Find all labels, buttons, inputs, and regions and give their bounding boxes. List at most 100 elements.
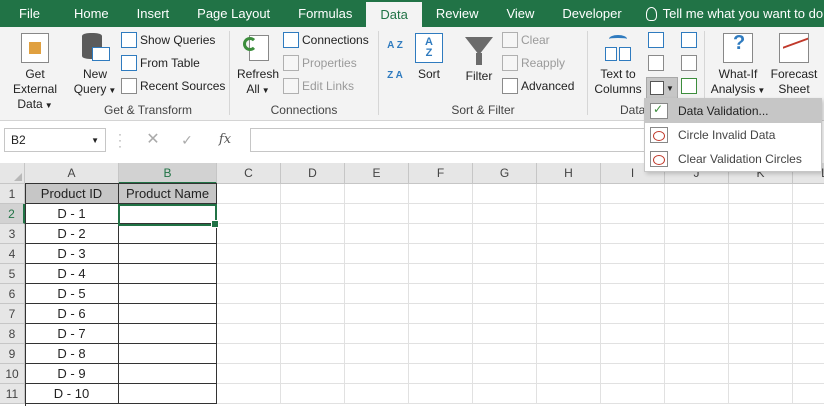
cell-i4[interactable] — [601, 244, 665, 264]
cell-l11[interactable] — [793, 384, 824, 404]
cell-a9[interactable]: D - 8 — [25, 344, 119, 364]
cell-a10[interactable]: D - 9 — [25, 364, 119, 384]
cell-c9[interactable] — [217, 344, 281, 364]
column-header-d[interactable]: D — [281, 163, 345, 184]
cell-h8[interactable] — [537, 324, 601, 344]
cell-i6[interactable] — [601, 284, 665, 304]
sort-ascending-button[interactable]: A Z — [385, 33, 405, 63]
cell-k9[interactable] — [729, 344, 793, 364]
data-validation-button[interactable]: ▼ — [646, 77, 678, 99]
row-header-1[interactable]: 1 — [0, 184, 25, 204]
cell-f9[interactable] — [409, 344, 473, 364]
cell-d6[interactable] — [281, 284, 345, 304]
cell-d2[interactable] — [281, 204, 345, 224]
cell-f4[interactable] — [409, 244, 473, 264]
cell-j8[interactable] — [665, 324, 729, 344]
name-box[interactable]: B2 ▼ — [4, 128, 106, 152]
sort-button[interactable]: AZ Sort — [409, 33, 449, 82]
cell-a2[interactable]: D - 1 — [25, 204, 119, 224]
new-query-button[interactable]: New Query ▼ — [70, 33, 120, 98]
cell-j2[interactable] — [665, 204, 729, 224]
cell-h4[interactable] — [537, 244, 601, 264]
cell-b8[interactable] — [119, 324, 217, 344]
cell-e6[interactable] — [345, 284, 409, 304]
cell-g2[interactable] — [473, 204, 537, 224]
cell-c7[interactable] — [217, 304, 281, 324]
text-to-columns-button[interactable]: Text to Columns — [590, 33, 646, 97]
cell-a7[interactable]: D - 6 — [25, 304, 119, 324]
row-header-8[interactable]: 8 — [0, 324, 25, 344]
chevron-down-icon[interactable]: ▼ — [666, 84, 674, 93]
column-header-a[interactable]: A — [25, 163, 119, 184]
cell-g10[interactable] — [473, 364, 537, 384]
row-header-3[interactable]: 3 — [0, 224, 25, 244]
cell-f5[interactable] — [409, 264, 473, 284]
cell-h2[interactable] — [537, 204, 601, 224]
sort-descending-button[interactable]: Z A — [385, 63, 405, 93]
row-header-5[interactable]: 5 — [0, 264, 25, 284]
forecast-sheet-button[interactable]: Forecast Sheet — [767, 33, 821, 97]
cell-h11[interactable] — [537, 384, 601, 404]
cell-l8[interactable] — [793, 324, 824, 344]
cell-d3[interactable] — [281, 224, 345, 244]
properties-button[interactable]: Properties — [283, 53, 357, 73]
cell-e7[interactable] — [345, 304, 409, 324]
cell-b1[interactable]: Product Name — [119, 184, 217, 204]
cell-l2[interactable] — [793, 204, 824, 224]
cell-f8[interactable] — [409, 324, 473, 344]
cell-j7[interactable] — [665, 304, 729, 324]
cell-a1[interactable]: Product ID — [25, 184, 119, 204]
refresh-all-button[interactable]: Refresh All ▼ — [234, 33, 282, 98]
advanced-button[interactable]: Advanced — [502, 76, 574, 96]
cell-k3[interactable] — [729, 224, 793, 244]
cell-e9[interactable] — [345, 344, 409, 364]
cell-c10[interactable] — [217, 364, 281, 384]
show-queries-button[interactable]: Show Queries — [121, 30, 215, 50]
cell-l10[interactable] — [793, 364, 824, 384]
cell-f7[interactable] — [409, 304, 473, 324]
cell-j9[interactable] — [665, 344, 729, 364]
row-header-10[interactable]: 10 — [0, 364, 25, 384]
cell-b11[interactable] — [119, 384, 217, 404]
cell-a5[interactable]: D - 4 — [25, 264, 119, 284]
tab-page-layout[interactable]: Page Layout — [183, 0, 284, 27]
cell-e1[interactable] — [345, 184, 409, 204]
cell-c1[interactable] — [217, 184, 281, 204]
cell-e10[interactable] — [345, 364, 409, 384]
active-cell-selection[interactable] — [118, 204, 219, 228]
cell-c6[interactable] — [217, 284, 281, 304]
cell-h3[interactable] — [537, 224, 601, 244]
tab-formulas[interactable]: Formulas — [284, 0, 366, 27]
cell-c3[interactable] — [217, 224, 281, 244]
cell-i8[interactable] — [601, 324, 665, 344]
cell-e11[interactable] — [345, 384, 409, 404]
cell-h1[interactable] — [537, 184, 601, 204]
cell-f10[interactable] — [409, 364, 473, 384]
recent-sources-button[interactable]: Recent Sources — [121, 76, 225, 96]
flash-fill-button[interactable] — [648, 30, 667, 50]
cancel-icon[interactable]: ✕ — [138, 129, 168, 151]
chevron-down-icon[interactable]: ▼ — [91, 136, 99, 145]
tab-data[interactable]: Data — [366, 2, 422, 27]
cell-c2[interactable] — [217, 204, 281, 224]
cell-e2[interactable] — [345, 204, 409, 224]
column-header-g[interactable]: G — [473, 163, 537, 184]
column-header-f[interactable]: F — [409, 163, 473, 184]
cell-k2[interactable] — [729, 204, 793, 224]
tell-me-box[interactable]: Tell me what you want to do... — [636, 0, 824, 27]
cell-j3[interactable] — [665, 224, 729, 244]
tab-file[interactable]: File — [0, 0, 60, 27]
menu-item-clear-validation-circles[interactable]: Clear Validation Circles — [645, 147, 821, 171]
cell-h5[interactable] — [537, 264, 601, 284]
row-header-2[interactable]: 2 — [0, 204, 25, 224]
column-header-b[interactable]: B — [119, 163, 217, 184]
cell-f11[interactable] — [409, 384, 473, 404]
what-if-analysis-button[interactable]: What-If Analysis▼ — [709, 33, 767, 98]
cell-g3[interactable] — [473, 224, 537, 244]
cell-k8[interactable] — [729, 324, 793, 344]
manage-data-model-button[interactable] — [681, 76, 700, 96]
cell-d5[interactable] — [281, 264, 345, 284]
cell-d7[interactable] — [281, 304, 345, 324]
cell-i1[interactable] — [601, 184, 665, 204]
cell-d11[interactable] — [281, 384, 345, 404]
